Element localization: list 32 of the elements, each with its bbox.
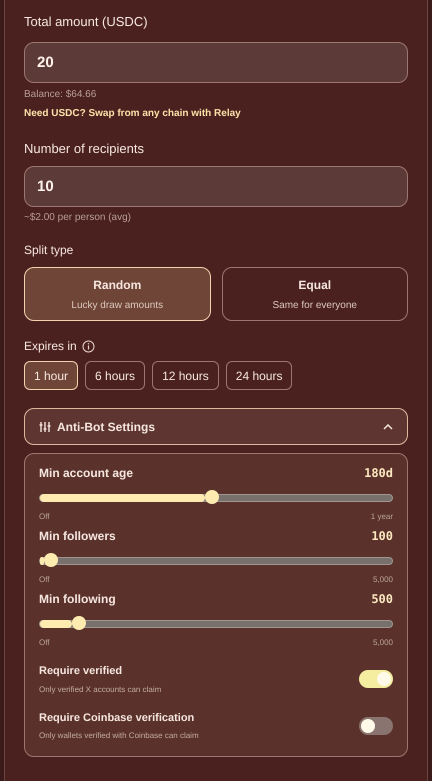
field-label: Split type bbox=[24, 242, 74, 259]
split-option[interactable]: Equal Same for everyone bbox=[222, 267, 408, 321]
toggle-description: Only wallets verified with Coinbase can claim bbox=[39, 730, 199, 742]
amount-input[interactable]: 20 bbox=[24, 42, 408, 82]
toggle-label: Require Coinbase verification bbox=[39, 710, 196, 726]
slider-label: Min following bbox=[39, 591, 116, 608]
field-label: Total amount (USDC) bbox=[24, 13, 149, 31]
slider-min-label: Off bbox=[39, 637, 50, 649]
field-label: Expires in bbox=[24, 338, 77, 355]
split-option[interactable]: Random Lucky draw amounts bbox=[24, 267, 210, 321]
duration-chip[interactable]: 1 hour bbox=[24, 361, 78, 390]
slider-min-label: Off bbox=[39, 511, 50, 523]
slider-value: 500 bbox=[371, 591, 393, 608]
hint-text: ~$2.00 per person (avg) bbox=[24, 211, 132, 225]
toggle-label: Require verified bbox=[39, 664, 124, 679]
balance-text: Balance: $64.66 bbox=[24, 88, 98, 102]
slider-value: 100 bbox=[371, 528, 393, 545]
toggle-description: Only verified X accounts can claim bbox=[39, 684, 162, 696]
anti-bot-header[interactable]: Anti-Bot Settings bbox=[24, 408, 408, 445]
slider-label: Min account age bbox=[39, 465, 134, 482]
duration-chip[interactable]: 12 hours bbox=[152, 361, 219, 390]
slider-min-label: Off bbox=[39, 574, 50, 586]
duration-chip[interactable]: 24 hours bbox=[226, 361, 292, 390]
swap-link[interactable]: Need USDC? Swap from any chain with Relay bbox=[24, 106, 408, 120]
slider-value: 180d bbox=[364, 465, 393, 482]
duration-chip[interactable]: 6 hours bbox=[85, 361, 146, 390]
field-label: Number of recipients bbox=[24, 140, 145, 158]
slider-label: Min followers bbox=[39, 528, 116, 545]
recipients-input[interactable]: 10 bbox=[24, 166, 408, 207]
slider-max-label: 5,000 bbox=[372, 574, 393, 586]
slider-max-label: 1 year bbox=[370, 511, 393, 523]
slider-max-label: 5,000 bbox=[372, 637, 393, 649]
